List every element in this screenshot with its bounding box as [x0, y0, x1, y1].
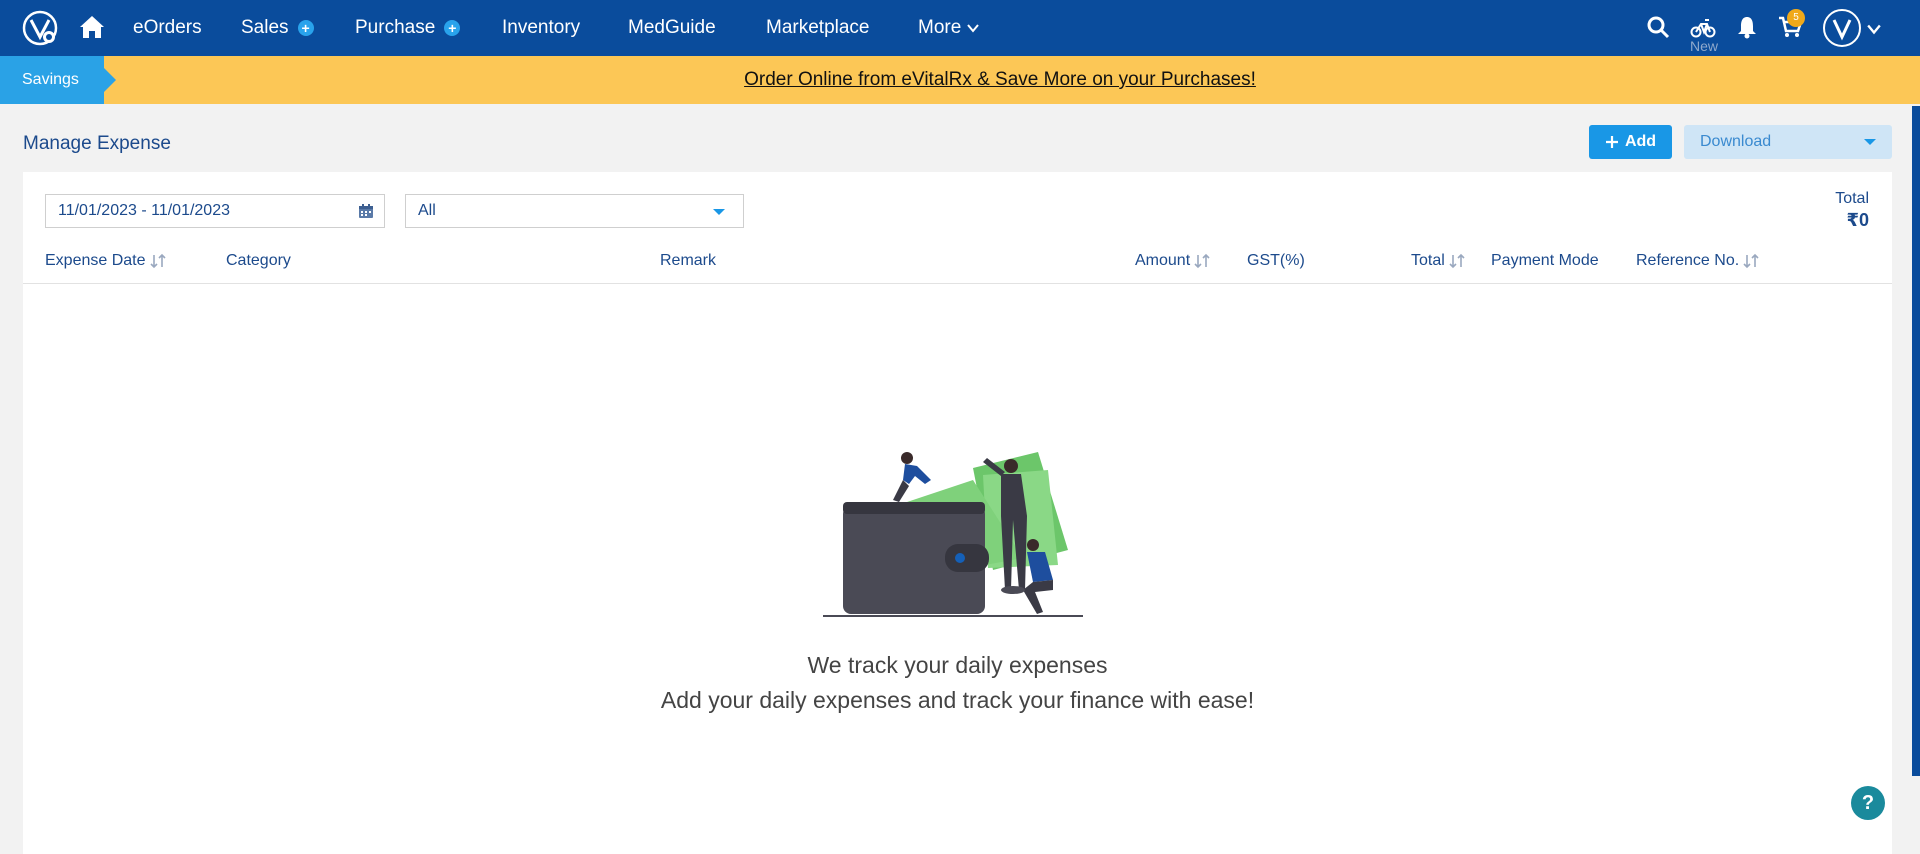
sort-icon[interactable]	[1449, 253, 1467, 269]
column-reference-no[interactable]: Reference No.	[1636, 252, 1761, 270]
nav-eorders[interactable]: eOrders	[133, 0, 202, 56]
wallet-illustration	[823, 452, 1083, 617]
column-gst: GST(%)	[1247, 252, 1305, 270]
home-icon[interactable]	[78, 13, 106, 41]
column-label: GST(%)	[1247, 252, 1305, 269]
nav-inventory[interactable]: Inventory	[502, 0, 580, 56]
date-range-input[interactable]: 11/01/2023 - 11/01/2023	[45, 194, 385, 228]
date-range-value: 11/01/2023 - 11/01/2023	[58, 202, 230, 219]
nav-sales[interactable]: Sales +	[241, 0, 314, 56]
category-select-value: All	[418, 202, 436, 219]
calendar-icon[interactable]	[358, 203, 374, 219]
nav-more[interactable]: More	[918, 0, 980, 56]
nav-inventory-label: Inventory	[502, 17, 581, 38]
column-payment-mode: Payment Mode	[1491, 252, 1599, 270]
column-category: Category	[226, 252, 291, 270]
page-scrollbar[interactable]	[1912, 106, 1920, 776]
column-label: Reference No.	[1636, 252, 1740, 269]
search-icon[interactable]	[1645, 14, 1671, 40]
plus-icon	[1605, 136, 1618, 148]
cart-count-badge: 5	[1787, 9, 1805, 27]
nav-eorders-label: eOrders	[133, 17, 202, 38]
nav-medguide-label: MedGuide	[628, 17, 716, 38]
column-total[interactable]: Total	[1411, 252, 1467, 270]
column-label: Remark	[660, 252, 717, 269]
column-amount[interactable]: Amount	[1135, 252, 1212, 270]
sales-plus-icon[interactable]: +	[297, 20, 314, 36]
sort-icon[interactable]	[1743, 253, 1761, 269]
savings-tag[interactable]: Savings	[0, 56, 116, 104]
add-expense-button[interactable]: Add	[1589, 125, 1672, 159]
column-expense-date[interactable]: Expense Date	[45, 252, 168, 270]
promo-link[interactable]: Order Online from eVitalRx & Save More o…	[0, 56, 1920, 104]
caret-down-icon	[1864, 139, 1876, 145]
nav-sales-label: Sales	[241, 17, 289, 38]
top-navbar: eOrders Sales + Purchase + Inventory Med…	[0, 0, 1920, 56]
nav-medguide[interactable]: MedGuide	[628, 0, 716, 56]
chevron-down-icon	[967, 24, 980, 33]
nav-marketplace[interactable]: Marketplace	[766, 0, 870, 56]
column-label: Amount	[1135, 252, 1191, 269]
caret-down-icon	[713, 209, 725, 215]
sort-icon[interactable]	[149, 253, 168, 269]
column-label: Expense Date	[45, 252, 146, 269]
bell-icon[interactable]	[1734, 14, 1760, 40]
expense-card: 11/01/2023 - 11/01/2023 All Total ₹0 Exp…	[23, 172, 1892, 854]
column-label: Category	[226, 252, 291, 269]
download-dropdown[interactable]: Download	[1684, 125, 1892, 159]
nav-more-label: More	[918, 17, 962, 38]
savings-label: Savings	[22, 71, 79, 88]
table-header: Expense Date Category Remark Amount GST(…	[23, 246, 1892, 284]
account-chevron-down-icon[interactable]	[1867, 22, 1881, 36]
nav-marketplace-label: Marketplace	[766, 17, 870, 38]
download-label: Download	[1700, 133, 1772, 150]
new-label: New	[1690, 38, 1719, 54]
promo-banner: Order Online from eVitalRx & Save More o…	[0, 56, 1920, 104]
category-select[interactable]: All	[405, 194, 744, 228]
column-label: Total	[1411, 252, 1445, 269]
app-logo-icon[interactable]	[22, 10, 58, 46]
total-value: ₹0	[1846, 210, 1869, 230]
nav-purchase[interactable]: Purchase +	[355, 0, 461, 56]
page-title: Manage Expense	[23, 133, 171, 154]
empty-state-subtext: Add your daily expenses and track your f…	[660, 687, 1255, 713]
user-avatar[interactable]	[1823, 9, 1861, 47]
column-label: Payment Mode	[1491, 252, 1599, 269]
delivery-bike-icon[interactable]	[1690, 14, 1716, 40]
column-remark: Remark	[660, 252, 716, 270]
help-button[interactable]: ?	[1851, 786, 1885, 820]
empty-state-heading: We track your daily expenses	[807, 652, 1108, 678]
nav-purchase-label: Purchase	[355, 17, 436, 38]
user-avatar-icon	[1832, 19, 1852, 41]
purchase-plus-icon[interactable]: +	[444, 20, 461, 36]
add-button-label: Add	[1624, 133, 1657, 150]
total-label: Total	[1835, 190, 1869, 207]
sort-icon[interactable]	[1194, 253, 1212, 269]
